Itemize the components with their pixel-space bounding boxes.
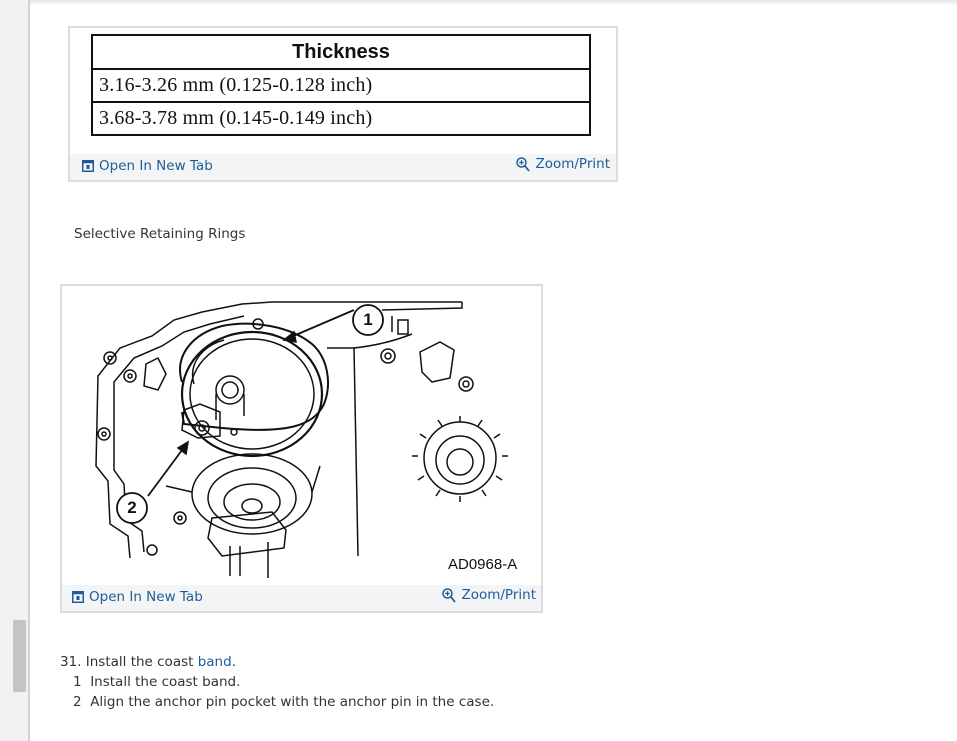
open-in-new-tab-label: Open In New Tab <box>99 158 213 174</box>
instruction-steps: 31. Install the coast band. 1 Install th… <box>60 652 494 712</box>
scrollbar-thumb[interactable] <box>13 620 26 692</box>
zoom-print-link[interactable]: Zoom/Print <box>516 156 610 172</box>
callout-1: 1 <box>363 310 373 329</box>
left-rail <box>0 0 30 741</box>
substep-text: Install the coast band. <box>90 674 241 690</box>
open-in-new-tab-icon <box>82 160 94 172</box>
thickness-table-header: Thickness <box>91 34 591 70</box>
step-suffix: . <box>231 654 236 670</box>
thickness-table: Thickness 3.16-3.26 mm (0.125-0.128 inch… <box>91 34 591 136</box>
step-31: 31. Install the coast band. <box>60 652 494 672</box>
thickness-table-cell: 3.16-3.26 mm (0.125-0.128 inch) <box>91 68 591 103</box>
band-link[interactable]: band <box>198 654 232 670</box>
substep-number: 2 <box>73 694 82 710</box>
callout-2: 2 <box>127 498 137 517</box>
zoom-print-label: Zoom/Print <box>461 587 536 603</box>
substep-text: Align the anchor pin pocket with the anc… <box>90 694 495 710</box>
open-in-new-tab-label: Open In New Tab <box>89 589 203 605</box>
open-in-new-tab-icon <box>72 591 84 603</box>
open-in-new-tab-link[interactable]: Open In New Tab <box>72 589 203 605</box>
zoom-print-link[interactable]: Zoom/Print <box>442 587 536 603</box>
figure-code: AD0968-A <box>448 556 518 573</box>
figure-footer: Open In New Tab Zoom/Print <box>62 585 541 611</box>
coast-band-diagram <box>95 301 508 578</box>
thickness-table-cell: 3.68-3.78 mm (0.145-0.149 inch) <box>91 101 591 136</box>
figure-footer: Open In New Tab Zoom/Print <box>70 154 616 180</box>
top-edge-shadow <box>30 0 957 6</box>
coast-band-figure: 1 2 AD0968-A Open In New Tab Zoom/Print <box>60 284 543 613</box>
figure-caption: Selective Retaining Rings <box>74 226 246 242</box>
open-in-new-tab-link[interactable]: Open In New Tab <box>82 158 213 174</box>
substep-2: 2 Align the anchor pin pocket with the a… <box>60 692 494 712</box>
step-text: 31. Install the coast <box>60 654 198 670</box>
substep-1: 1 Install the coast band. <box>60 672 494 692</box>
zoom-in-icon <box>516 156 531 172</box>
zoom-in-icon <box>442 587 457 603</box>
substep-number: 1 <box>73 674 82 690</box>
thickness-figure: Thickness 3.16-3.26 mm (0.125-0.128 inch… <box>68 26 618 182</box>
zoom-print-label: Zoom/Print <box>535 156 610 172</box>
